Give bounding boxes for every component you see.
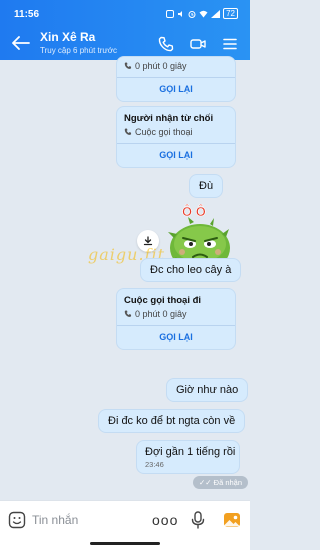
call-card-missed: 0 phút 0 giây GỌI LẠI [116, 56, 236, 102]
sticker-caption: Ô Ô [182, 204, 206, 219]
message-list[interactable]: 0 phút 0 giây GỌI LẠI Người nhận từ chối… [0, 56, 250, 500]
phone-outgoing-icon [124, 310, 132, 317]
call-card-duration: 0 phút 0 giây [117, 57, 235, 77]
microphone-icon[interactable] [191, 511, 205, 529]
call-card-status: Cuộc gọi thoại [117, 124, 235, 143]
call-card-rejected: Người nhận từ chối Cuộc gọi thoại GỌI LẠ… [116, 106, 236, 168]
call-status-text: Cuộc gọi thoại [135, 127, 193, 137]
mute-icon [178, 10, 183, 17]
message-time: 23:46 [145, 460, 164, 469]
battery-level: 72 [223, 8, 238, 19]
phone-call-icon[interactable] [158, 36, 174, 52]
phone-small-icon [124, 62, 132, 69]
message-input-bar: Tin nhắn ooo [0, 500, 250, 538]
message-bubble[interactable]: Đù [189, 174, 224, 198]
conversation-title[interactable]: Xin Xê Ra [40, 30, 95, 44]
last-seen-status: Truy cập 6 phút trước [40, 46, 117, 55]
menu-icon[interactable] [222, 36, 238, 52]
call-card-outgoing: Cuộc gọi thoại đi 0 phút 0 giây GỌI LẠI [116, 288, 236, 350]
home-indicator[interactable] [90, 542, 160, 545]
phone-rejected-icon [124, 128, 132, 135]
message-bubble[interactable]: Giờ như nào [166, 378, 249, 402]
call-card-title: Cuộc gọi thoại đi [124, 295, 202, 306]
call-back-button[interactable]: GỌI LẠI [117, 143, 235, 167]
video-call-icon[interactable] [190, 36, 206, 52]
status-time: 11:56 [14, 9, 40, 20]
system-nav-bar [0, 538, 250, 550]
received-status-badge: ✓✓ Đã nhận [193, 476, 249, 489]
signal-icon [211, 9, 221, 18]
message-text: Đợi gần 1 tiếng rồi [145, 446, 236, 458]
more-options-icon[interactable]: ooo [152, 512, 178, 528]
emoji-icon[interactable] [8, 511, 26, 529]
message-bubble[interactable]: Đi đc ko để bt ngta còn về [98, 409, 246, 433]
call-card-title: Người nhận từ chối [124, 113, 214, 124]
received-status-text: Đã nhận [213, 478, 243, 487]
check-icon: ✓✓ [199, 478, 214, 487]
call-duration-text: 0 phút 0 giây [135, 61, 187, 71]
call-back-button[interactable]: GỌI LẠI [117, 77, 235, 101]
call-back-button[interactable]: GỌI LẠI [117, 325, 235, 349]
chat-header: 11:56 72 Xin Xê Ra Truy cập 6 phút trước [0, 0, 250, 60]
back-arrow-icon[interactable] [12, 36, 30, 50]
image-gallery-icon[interactable] [223, 511, 241, 529]
message-bubble[interactable]: Đc cho leo cây à [140, 258, 242, 282]
status-bar: 11:56 72 [0, 0, 250, 22]
call-duration-text: 0 phút 0 giây [135, 309, 187, 319]
nfc-icon [166, 9, 175, 18]
status-icons: 72 [166, 8, 238, 19]
call-card-duration: 0 phút 0 giây [117, 306, 235, 325]
message-input[interactable]: Tin nhắn [32, 513, 78, 527]
alarm-icon [188, 10, 196, 18]
wifi-icon [199, 10, 208, 17]
message-bubble-last[interactable]: Đợi gần 1 tiếng rồi 23:46 [136, 440, 240, 474]
